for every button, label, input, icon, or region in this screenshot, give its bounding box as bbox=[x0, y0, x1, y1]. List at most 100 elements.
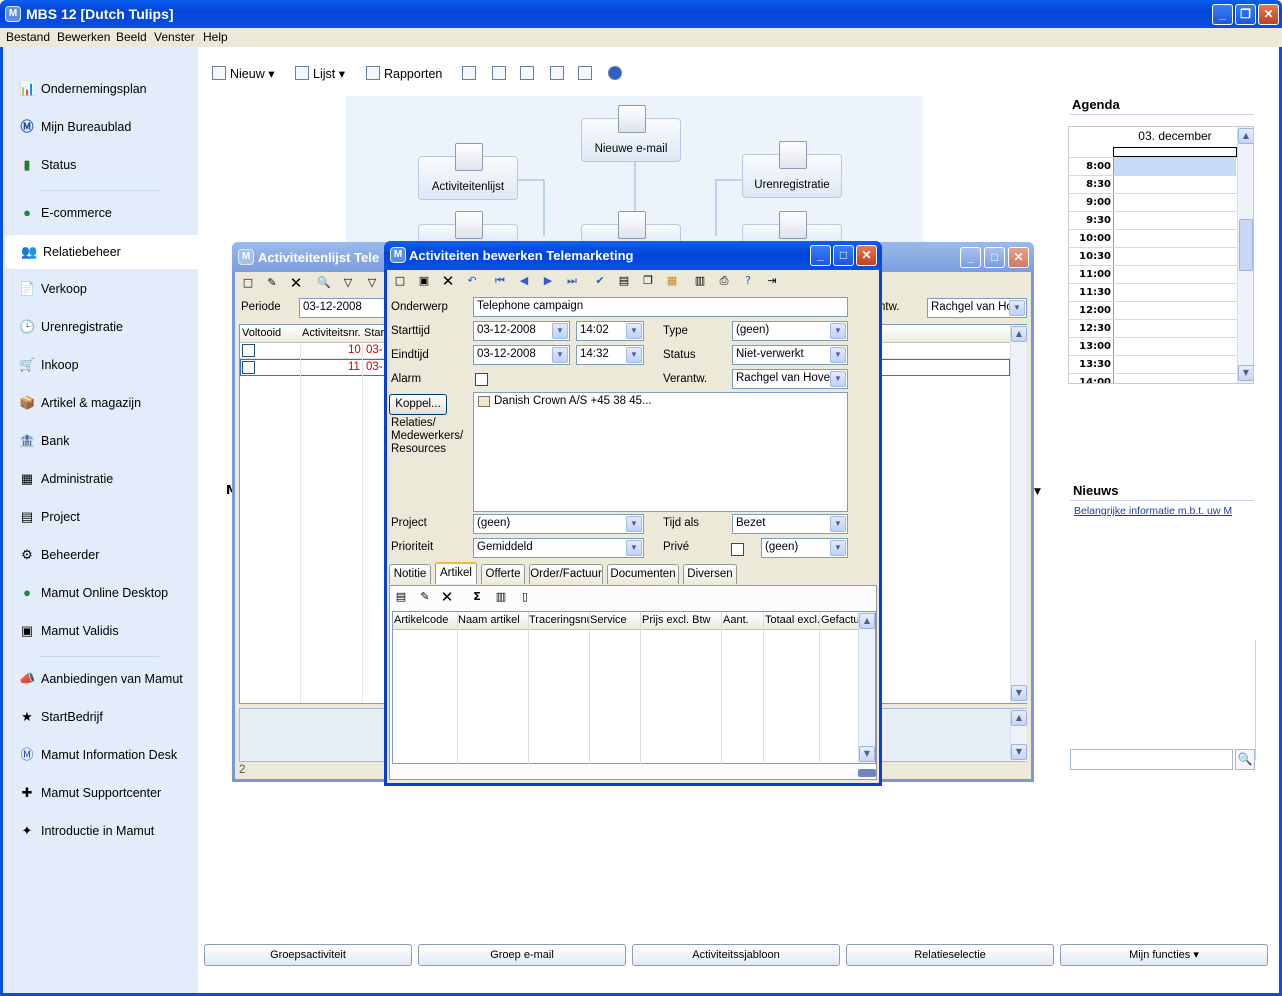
alarm-checkbox[interactable] bbox=[475, 373, 488, 386]
minimize-button[interactable]: _ bbox=[810, 245, 831, 266]
agenda-time-row[interactable]: 12:00 bbox=[1069, 301, 1237, 320]
row-checkbox[interactable] bbox=[242, 344, 255, 357]
maximize-button[interactable]: □ bbox=[833, 245, 854, 266]
sum-icon[interactable]: Σ bbox=[468, 588, 486, 606]
agenda-scrollbar[interactable]: ▲ ▼ bbox=[1237, 127, 1253, 383]
print-icon[interactable]: ⎙ bbox=[715, 272, 733, 290]
scroll-down-icon[interactable]: ▼ bbox=[1238, 365, 1253, 381]
column-gefactureerd[interactable]: Gefactu bbox=[821, 614, 858, 626]
tab-offerte[interactable]: Offerte bbox=[481, 564, 525, 584]
close-button[interactable]: ✕ bbox=[856, 245, 877, 266]
dropdown-arrow-icon[interactable]: ▼ bbox=[1034, 487, 1041, 497]
agenda-time-row[interactable]: 13:00 bbox=[1069, 337, 1237, 356]
next-record-icon[interactable]: ▶ bbox=[539, 272, 557, 290]
properties-icon[interactable]: ▥ bbox=[691, 272, 709, 290]
sidebar-item-status[interactable]: ▮ Status bbox=[3, 148, 198, 182]
chevron-down-icon[interactable]: ▼ bbox=[626, 516, 642, 532]
help-button[interactable] bbox=[608, 64, 626, 84]
sidebar-item-information-desk[interactable]: Ⓜ Mamut Information Desk bbox=[3, 738, 198, 772]
column-starttijd[interactable]: Star bbox=[364, 327, 384, 339]
minimize-button[interactable]: _ bbox=[1212, 4, 1233, 25]
status-select[interactable]: Niet-verwerkt ▼ bbox=[732, 345, 848, 365]
menu-bestand[interactable]: Bestand bbox=[6, 30, 50, 44]
copy-icon[interactable]: ❐ bbox=[639, 272, 657, 290]
scroll-up-icon[interactable]: ▲ bbox=[1011, 326, 1027, 342]
scroll-down-icon[interactable]: ▼ bbox=[1011, 685, 1027, 701]
new-button[interactable]: Nieuw ▾ bbox=[212, 64, 275, 84]
period-input[interactable]: 03-12-2008 bbox=[299, 298, 385, 318]
sidebar-item-inkoop[interactable]: 🛒 Inkoop bbox=[3, 348, 198, 382]
agenda-time-slot[interactable] bbox=[1113, 230, 1236, 248]
prive-select[interactable]: (geen) ▼ bbox=[761, 538, 848, 558]
edit-icon[interactable]: ✎ bbox=[263, 274, 281, 292]
group-activity-button[interactable]: Groepsactiviteit bbox=[204, 944, 412, 966]
menu-help[interactable]: Help bbox=[203, 30, 228, 44]
chevron-down-icon[interactable]: ▼ bbox=[830, 323, 846, 339]
delete-icon[interactable]: ✕ bbox=[439, 272, 457, 290]
column-artikelcode[interactable]: Artikelcode bbox=[394, 614, 456, 626]
sidebar-item-artikel-magazijn[interactable]: 📦 Artikel & magazijn bbox=[3, 386, 198, 420]
column-aantal[interactable]: Aant. bbox=[723, 614, 763, 626]
end-date-select[interactable]: 03-12-2008 ▼ bbox=[473, 345, 570, 365]
stock-icon[interactable]: ▥ bbox=[492, 588, 510, 606]
agenda-time-slot[interactable] bbox=[1113, 284, 1236, 302]
first-record-icon[interactable]: ⏮ bbox=[491, 272, 509, 290]
chevron-down-icon[interactable]: ▼ bbox=[626, 323, 642, 339]
help-icon[interactable]: ? bbox=[739, 272, 757, 290]
chevron-down-icon[interactable]: ▼ bbox=[830, 371, 846, 387]
sidebar-item-mamut-online-desktop[interactable]: ● Mamut Online Desktop bbox=[3, 576, 198, 610]
flow-node-urenregistratie[interactable]: Urenregistratie bbox=[742, 141, 842, 198]
sidebar-item-project[interactable]: ▤ Project bbox=[3, 500, 198, 534]
sidebar-item-ondernemingsplan[interactable]: 📊 Ondernemingsplan bbox=[3, 72, 198, 106]
column-totaal[interactable]: Totaal excl. bbox=[765, 614, 820, 626]
sidebar-item-introductie[interactable]: ✦ Introductie in Mamut bbox=[3, 814, 198, 848]
agenda-time-row[interactable]: 13:30 bbox=[1069, 355, 1237, 374]
edit-icon[interactable]: ✎ bbox=[416, 588, 434, 606]
end-time-select[interactable]: 14:32 ▼ bbox=[576, 345, 644, 365]
chevron-down-icon[interactable]: ▼ bbox=[552, 323, 568, 339]
scroll-down-icon[interactable]: ▼ bbox=[859, 746, 875, 762]
undo-icon[interactable]: ↶ bbox=[463, 272, 481, 290]
agenda-time-slot[interactable] bbox=[1113, 266, 1236, 284]
agenda-time-row[interactable]: 14:00 bbox=[1069, 373, 1237, 383]
calendar-tool-button[interactable] bbox=[492, 64, 510, 84]
scroll-down-icon[interactable]: ▼ bbox=[1011, 744, 1027, 760]
delete-icon[interactable]: ✕ bbox=[287, 274, 305, 292]
agenda-time-slot[interactable] bbox=[1113, 374, 1236, 383]
relations-list[interactable]: Danish Crown A/S +45 38 45... bbox=[473, 392, 848, 512]
sidebar-item-e-commerce[interactable]: ● E-commerce bbox=[3, 196, 198, 230]
tab-artikel[interactable]: Artikel bbox=[435, 562, 477, 584]
column-traceringsnummer[interactable]: Traceringsnu bbox=[529, 614, 589, 626]
my-functions-button[interactable]: Mijn functies ▾ bbox=[1060, 944, 1268, 966]
scroll-thumb[interactable] bbox=[1239, 219, 1253, 271]
chevron-down-icon[interactable]: ▼ bbox=[830, 347, 846, 363]
sidebar-item-supportcenter[interactable]: ✚ Mamut Supportcenter bbox=[3, 776, 198, 810]
activity-template-button[interactable]: Activiteitssjabloon bbox=[632, 944, 840, 966]
verantw-select[interactable]: Rachgel van Ho ▼ bbox=[927, 298, 1027, 318]
column-voltooid[interactable]: Voltooid bbox=[242, 327, 281, 339]
close-button[interactable]: ✕ bbox=[1258, 4, 1279, 25]
sidebar-item-startbedrijf[interactable]: ★ StartBedrijf bbox=[3, 700, 198, 734]
tijd-als-select[interactable]: Bezet ▼ bbox=[732, 514, 848, 534]
sidebar-item-urenregistratie[interactable]: 🕒 Urenregistratie bbox=[3, 310, 198, 344]
add-article-icon[interactable]: ▤ bbox=[392, 588, 410, 606]
new-icon[interactable]: □ bbox=[239, 274, 257, 292]
agenda-time-row[interactable]: 9:00 bbox=[1069, 193, 1237, 212]
agenda-time-row[interactable]: 8:30 bbox=[1069, 175, 1237, 194]
start-time-select[interactable]: 14:02 ▼ bbox=[576, 321, 644, 341]
scroll-up-icon[interactable]: ▲ bbox=[1238, 128, 1253, 144]
exit-icon[interactable]: ⇥ bbox=[763, 272, 781, 290]
agenda-time-row[interactable]: 11:30 bbox=[1069, 283, 1237, 302]
verantw-select[interactable]: Rachgel van Hove ▼ bbox=[732, 369, 848, 389]
scroll-up-icon[interactable]: ▲ bbox=[1011, 710, 1027, 726]
sidebar-item-administratie[interactable]: ▦ Administratie bbox=[3, 462, 198, 496]
agenda-time-slot[interactable] bbox=[1113, 356, 1236, 374]
type-select[interactable]: (geen) ▼ bbox=[732, 321, 848, 341]
menu-beeld[interactable]: Beeld bbox=[116, 30, 147, 44]
subject-input[interactable]: Telephone campaign bbox=[473, 297, 848, 317]
menu-bewerken[interactable]: Bewerken bbox=[57, 30, 110, 44]
sidebar-item-aanbiedingen[interactable]: 📣 Aanbiedingen van Mamut bbox=[3, 662, 198, 696]
prive-checkbox[interactable] bbox=[731, 543, 744, 556]
export-button[interactable] bbox=[578, 64, 596, 84]
row-checkbox[interactable] bbox=[242, 361, 255, 374]
